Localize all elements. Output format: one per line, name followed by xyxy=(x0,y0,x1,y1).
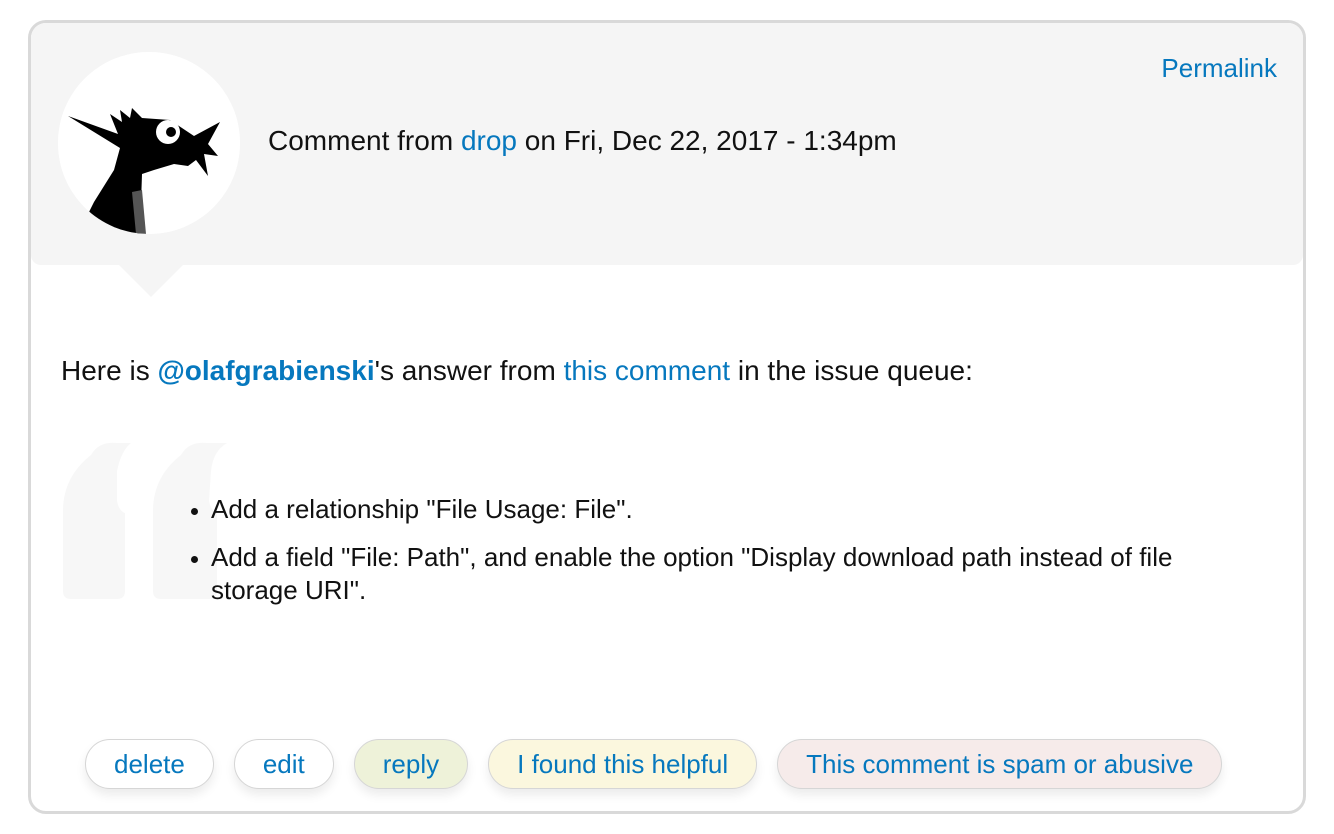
comment-byline: Comment from drop on Fri, Dec 22, 2017 -… xyxy=(268,125,897,157)
byline-prefix: Comment from xyxy=(268,125,461,156)
this-comment-link[interactable]: this comment xyxy=(564,355,731,386)
avatar[interactable] xyxy=(58,52,240,234)
comment-card: Permalink Comment from drop on Fri, Dec … xyxy=(28,20,1306,814)
report-spam-button[interactable]: This comment is spam or abusive xyxy=(777,739,1223,789)
author-link[interactable]: drop xyxy=(461,125,517,156)
user-mention-link[interactable]: @olafgrabienski xyxy=(157,355,374,386)
list-item: Add a field "File: Path", and enable the… xyxy=(211,541,1211,607)
quoted-bullet-list: Add a relationship "File Usage: File". A… xyxy=(181,493,1211,622)
byline-date: on Fri, Dec 22, 2017 - 1:34pm xyxy=(516,125,897,156)
helpful-button[interactable]: I found this helpful xyxy=(488,739,758,789)
dragon-avatar-icon xyxy=(58,52,240,234)
permalink-link[interactable]: Permalink xyxy=(1161,53,1277,84)
header-pointer xyxy=(119,265,183,297)
intro-middle: 's answer from xyxy=(374,355,564,386)
intro-prefix: Here is xyxy=(61,355,158,386)
comment-intro: Here is @olafgrabienski's answer from th… xyxy=(61,355,973,387)
reply-button[interactable]: reply xyxy=(353,739,469,789)
edit-button[interactable]: edit xyxy=(233,739,334,789)
comment-header: Permalink Comment from drop on Fri, Dec … xyxy=(31,23,1303,265)
delete-button[interactable]: delete xyxy=(85,739,214,789)
list-item: Add a relationship "File Usage: File". xyxy=(211,493,1211,526)
comment-actions: delete edit reply I found this helpful T… xyxy=(85,739,1223,789)
intro-suffix: in the issue queue: xyxy=(730,355,973,386)
